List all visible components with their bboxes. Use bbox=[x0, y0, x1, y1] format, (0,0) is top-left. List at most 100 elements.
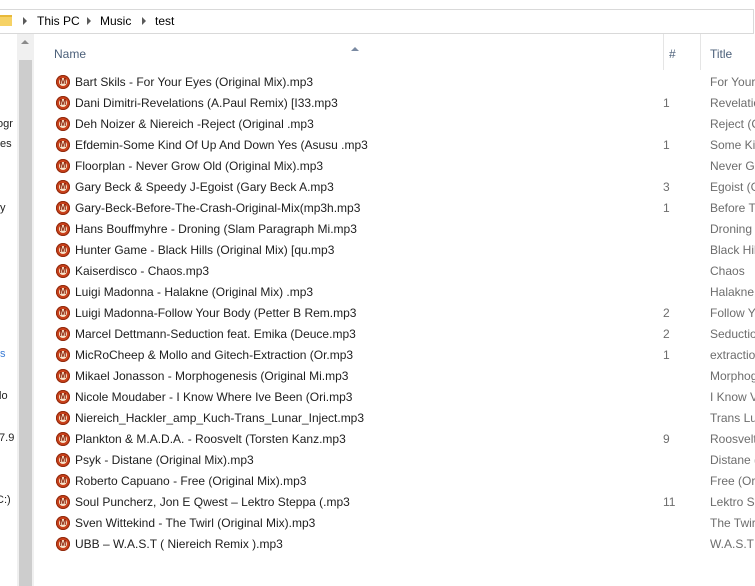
scrollbar-thumb[interactable] bbox=[19, 60, 32, 586]
file-name: Niereich_Hackler_amp_Kuch-Trans_Lunar_In… bbox=[75, 411, 365, 425]
mp3-file-icon: M bbox=[56, 285, 70, 299]
chevron-right-icon[interactable] bbox=[142, 17, 146, 25]
breadcrumb-this-pc[interactable]: This PC bbox=[37, 14, 80, 28]
folder-icon bbox=[0, 15, 12, 26]
nav-item[interactable]: ogr bbox=[0, 118, 13, 130]
column-header-name[interactable]: Name bbox=[34, 34, 664, 70]
nav-item[interactable]: s bbox=[0, 348, 6, 360]
address-field[interactable]: This PC Music test bbox=[0, 9, 754, 34]
column-header-number[interactable]: # bbox=[664, 34, 701, 70]
file-name: Plankton & M.A.D.A. - Roosvelt (Torsten … bbox=[75, 432, 346, 446]
track-number: 2 bbox=[663, 327, 670, 341]
track-number: 1 bbox=[663, 348, 670, 362]
track-title: Roosvelt bbox=[710, 432, 755, 446]
file-name: Hunter Game - Black Hills (Original Mix)… bbox=[75, 243, 335, 257]
nav-item[interactable]: C:) bbox=[0, 494, 11, 506]
address-bar: This PC Music test bbox=[0, 0, 755, 34]
file-row[interactable]: M MicRoCheep & Mollo and Gitech-Extractio… bbox=[34, 345, 755, 366]
file-row[interactable]: M Deh Noizer & Niereich -Reject (Original… bbox=[34, 114, 755, 135]
file-name: Roberto Capuano - Free (Original Mix).mp… bbox=[75, 474, 307, 488]
chevron-right-icon[interactable] bbox=[23, 17, 27, 25]
track-title: Chaos bbox=[710, 264, 745, 278]
mp3-file-icon: M bbox=[56, 117, 70, 131]
mp3-file-icon: M bbox=[56, 432, 70, 446]
file-name: Mikael Jonasson - Morphogenesis (Origina… bbox=[75, 369, 349, 383]
file-name: Dani Dimitri-Revelations (A.Paul Remix) … bbox=[75, 96, 338, 110]
mp3-file-icon: M bbox=[56, 369, 70, 383]
track-title: Morphog bbox=[710, 369, 755, 383]
file-row[interactable]: M Dani Dimitri-Revelations (A.Paul Remix)… bbox=[34, 93, 755, 114]
mp3-file-icon: M bbox=[56, 390, 70, 404]
file-name: Gary Beck & Speedy J-Egoist (Gary Beck A… bbox=[75, 180, 334, 194]
file-name: Luigi Madonna-Follow Your Body (Petter B… bbox=[75, 306, 357, 320]
file-row[interactable]: M Marcel Dettmann-Seduction feat. Emika (… bbox=[34, 324, 755, 345]
file-row[interactable]: M Nicole Moudaber - I Know Where Ive Been… bbox=[34, 387, 755, 408]
track-title: Reject (C bbox=[710, 117, 755, 131]
chevron-right-icon[interactable] bbox=[87, 17, 91, 25]
file-list: Name # Title M Bart Skils - For Your Eyes… bbox=[34, 34, 755, 586]
file-row[interactable]: M Niereich_Hackler_amp_Kuch-Trans_Lunar_I… bbox=[34, 408, 755, 429]
track-number: 9 bbox=[663, 432, 670, 446]
nav-item[interactable]: .7.9 bbox=[0, 432, 14, 444]
file-row[interactable]: M Gary Beck & Speedy J-Egoist (Gary Beck … bbox=[34, 177, 755, 198]
track-title: W.A.S.T bbox=[710, 537, 755, 551]
track-title: Follow Y bbox=[710, 306, 755, 320]
file-name: Efdemin-Some Kind Of Up And Down Yes (As… bbox=[75, 138, 368, 152]
file-row[interactable]: M Luigi Madonna-Follow Your Body (Petter … bbox=[34, 303, 755, 324]
file-name: Psyk - Distane (Original Mix).mp3 bbox=[75, 453, 254, 467]
file-row[interactable]: M Hunter Game - Black Hills (Original Mix… bbox=[34, 240, 755, 261]
track-title: Seductio bbox=[710, 327, 755, 341]
file-row[interactable]: M Soul Puncherz, Jon E Qwest – Lektro Ste… bbox=[34, 492, 755, 513]
file-name: Deh Noizer & Niereich -Reject (Original … bbox=[75, 117, 314, 131]
file-row[interactable]: M Sven Wittekind - The Twirl (Original Mi… bbox=[34, 513, 755, 534]
mp3-file-icon: M bbox=[56, 453, 70, 467]
file-row[interactable]: M UBB – W.A.S.T ( Niereich Remix ).mp3 W.A… bbox=[34, 534, 755, 555]
file-row[interactable]: M Hans Bouffmyhre - Droning (Slam Paragra… bbox=[34, 219, 755, 240]
file-name: Kaiserdisco - Chaos.mp3 bbox=[75, 264, 210, 278]
nav-item[interactable]: es bbox=[0, 138, 12, 150]
track-number: 11 bbox=[663, 495, 676, 509]
scroll-up-arrow-icon[interactable] bbox=[21, 40, 29, 44]
column-header-number-label: # bbox=[669, 47, 676, 61]
file-row[interactable]: M Psyk - Distane (Original Mix).mp3 Distan… bbox=[34, 450, 755, 471]
file-row[interactable]: M Kaiserdisco - Chaos.mp3 Chaos bbox=[34, 261, 755, 282]
file-row[interactable]: M Roberto Capuano - Free (Original Mix).m… bbox=[34, 471, 755, 492]
nav-item[interactable]: tlo bbox=[0, 390, 8, 402]
track-number: 3 bbox=[663, 180, 670, 194]
track-title: The Twir bbox=[710, 516, 755, 530]
mp3-file-icon: M bbox=[56, 537, 70, 551]
file-name: Bart Skils - For Your Eyes (Original Mix… bbox=[75, 75, 314, 89]
track-number: 1 bbox=[663, 96, 670, 110]
track-number: 1 bbox=[663, 201, 670, 215]
file-row[interactable]: M Floorplan - Never Grow Old (Original Mi… bbox=[34, 156, 755, 177]
nav-item[interactable]: y bbox=[0, 202, 6, 214]
track-title: Never Gr bbox=[710, 159, 755, 173]
sort-ascending-icon bbox=[351, 47, 359, 51]
track-title: Some Ki bbox=[710, 138, 755, 152]
track-title: Revelatio bbox=[710, 96, 755, 110]
track-title: extractio bbox=[710, 348, 755, 362]
file-row[interactable]: M Gary-Beck-Before-The-Crash-Original-Mix… bbox=[34, 198, 755, 219]
track-title: Free (Ori bbox=[710, 474, 755, 488]
file-name: Soul Puncherz, Jon E Qwest – Lektro Step… bbox=[75, 495, 350, 509]
mp3-file-icon: M bbox=[56, 264, 70, 278]
nav-scrollbar[interactable] bbox=[17, 34, 34, 586]
mp3-file-icon: M bbox=[56, 75, 70, 89]
file-row[interactable]: M Bart Skils - For Your Eyes (Original Mi… bbox=[34, 72, 755, 93]
mp3-file-icon: M bbox=[56, 474, 70, 488]
file-row[interactable]: M Luigi Madonna - Halakne (Original Mix) … bbox=[34, 282, 755, 303]
track-number: 2 bbox=[663, 306, 670, 320]
breadcrumb-music[interactable]: Music bbox=[100, 14, 131, 28]
breadcrumb-test[interactable]: test bbox=[155, 14, 174, 28]
column-header-title[interactable]: Title bbox=[701, 34, 755, 70]
file-name: Gary-Beck-Before-The-Crash-Original-Mix(… bbox=[75, 201, 361, 215]
navigation-pane: ogr es y s tlo .7.9 C:) bbox=[0, 34, 17, 586]
mp3-file-icon: M bbox=[56, 243, 70, 257]
track-title: Egoist (G bbox=[710, 180, 755, 194]
mp3-file-icon: M bbox=[56, 201, 70, 215]
track-title: I Know V bbox=[710, 390, 755, 404]
file-name: MicRoCheep & Mollo and Gitech-Extraction… bbox=[75, 348, 354, 362]
file-row[interactable]: M Plankton & M.A.D.A. - Roosvelt (Torsten… bbox=[34, 429, 755, 450]
file-row[interactable]: M Efdemin-Some Kind Of Up And Down Yes (A… bbox=[34, 135, 755, 156]
file-row[interactable]: M Mikael Jonasson - Morphogenesis (Origin… bbox=[34, 366, 755, 387]
